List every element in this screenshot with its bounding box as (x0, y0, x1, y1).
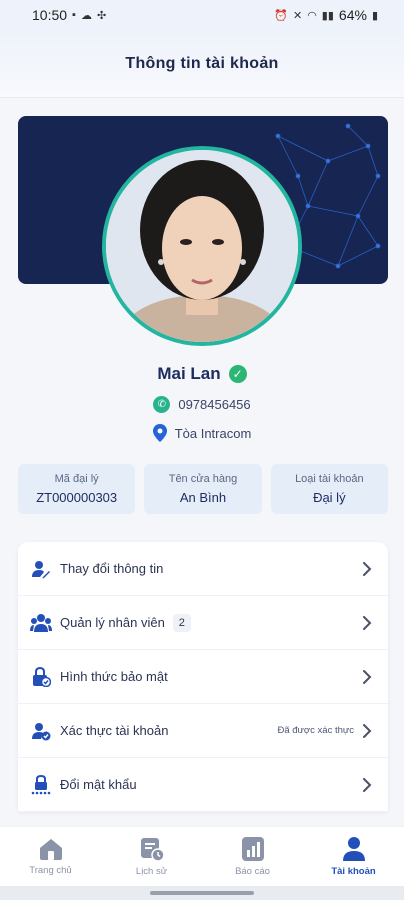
staff-count-badge: 2 (172, 613, 191, 632)
info-cards: Mã đại lý ZT000000303 Tên cửa hàng An Bì… (18, 464, 388, 514)
chevron-right-icon (360, 669, 374, 684)
verified-check-icon: ✓ (228, 365, 247, 383)
status-bar: 10:50 ▪ ☁ ✣ ⏰ ✕ ◠ ▮▮ 64% ▮ (0, 0, 404, 30)
history-icon (140, 838, 165, 862)
menu-item-label: Đổi mật khẩu (60, 777, 137, 792)
location-pin-icon (152, 424, 167, 442)
tab-history[interactable]: Lịch sử (101, 827, 202, 886)
alarm-icon: ⏰ (274, 9, 288, 22)
status-left: 10:50 ▪ ☁ ✣ (32, 7, 106, 23)
home-icon (39, 839, 62, 860)
tab-label: Báo cáo (235, 866, 270, 877)
user-edit-icon (30, 558, 52, 580)
profile-address-row: Tòa Intracom (0, 424, 404, 442)
card-agent-code: Mã đại lý ZT000000303 (18, 464, 136, 514)
status-right: ⏰ ✕ ◠ ▮▮ 64% ▮ (274, 7, 378, 23)
menu-item-label: Hình thức bảo mật (60, 669, 168, 684)
menu-item-security-method[interactable]: Hình thức bảo mật (18, 650, 388, 704)
lock-icon (30, 666, 52, 688)
account-menu: Thay đổi thông tin Quản lý nhân viên 2 H… (18, 542, 388, 812)
menu-item-label: Xác thực tài khoản (60, 723, 169, 738)
avatar-portrait (106, 150, 298, 342)
card-account-type: Loại tài khoản Đại lý (270, 464, 388, 514)
battery-icon: ▮ (371, 9, 378, 22)
profile-name: Mai Lan (157, 364, 221, 383)
password-lock-icon (30, 774, 52, 796)
tab-report[interactable]: Báo cáo (202, 827, 303, 886)
profile-phone-row: ✆ 0978456456 (0, 396, 404, 413)
menu-item-manage-staff[interactable]: Quản lý nhân viên 2 (18, 596, 388, 650)
profile-phone: 0978456456 (178, 397, 251, 412)
tab-label: Trang chủ (29, 865, 72, 876)
chevron-right-icon (360, 777, 374, 792)
avatar[interactable] (102, 146, 302, 346)
menu-item-change-password[interactable]: Đổi mật khẩu (18, 758, 388, 812)
account-icon (342, 837, 365, 861)
tab-label: Lịch sử (135, 866, 168, 877)
tab-home[interactable]: Trang chủ (0, 827, 101, 886)
chevron-right-icon (360, 615, 374, 630)
card-store-name: Tên cửa hàng An Bình (144, 464, 262, 514)
tab-label: Tài khoản (331, 866, 376, 877)
system-nav-bar (0, 886, 404, 900)
verification-status: Đã được xác thực (277, 725, 354, 736)
chevron-right-icon (360, 723, 374, 738)
mute-icon: ✕ (292, 9, 303, 22)
card-label: Mã đại lý (54, 473, 99, 485)
home-indicator[interactable] (150, 891, 254, 895)
users-icon (30, 612, 52, 634)
menu-item-label: Thay đổi thông tin (60, 561, 164, 576)
bottom-tab-bar: Trang chủ Lịch sử Báo cáo Tài khoản (0, 826, 404, 886)
notification-icon: ▪ (72, 9, 76, 21)
card-label: Tên cửa hàng (168, 473, 238, 485)
profile-name-row: Mai Lan ✓ (0, 364, 404, 384)
user-check-icon (30, 720, 52, 742)
report-icon (241, 837, 264, 861)
chevron-right-icon (360, 561, 374, 576)
pinwheel-icon: ✣ (96, 9, 107, 22)
profile-address: Tòa Intracom (174, 425, 252, 441)
phone-icon: ✆ (153, 396, 171, 413)
card-value: ZT000000303 (36, 490, 118, 505)
menu-item-change-info[interactable]: Thay đổi thông tin (18, 542, 388, 596)
card-value: Đại lý (313, 490, 346, 505)
signal-icon: ▮▮ (321, 9, 334, 22)
cloud-icon: ☁ (80, 9, 92, 22)
card-value: An Bình (179, 490, 227, 505)
tab-account[interactable]: Tài khoản (303, 827, 404, 886)
page-title: Thông tin tài khoản (125, 54, 279, 72)
menu-item-label: Quản lý nhân viên (60, 615, 165, 630)
menu-item-verify-account[interactable]: Xác thực tài khoản Đã được xác thực (18, 704, 388, 758)
card-label: Loại tài khoản (295, 473, 364, 485)
header: Thông tin tài khoản (0, 30, 404, 98)
wifi-icon: ◠ (307, 9, 317, 22)
battery-level: 64% (338, 7, 367, 23)
status-time: 10:50 (32, 7, 68, 23)
